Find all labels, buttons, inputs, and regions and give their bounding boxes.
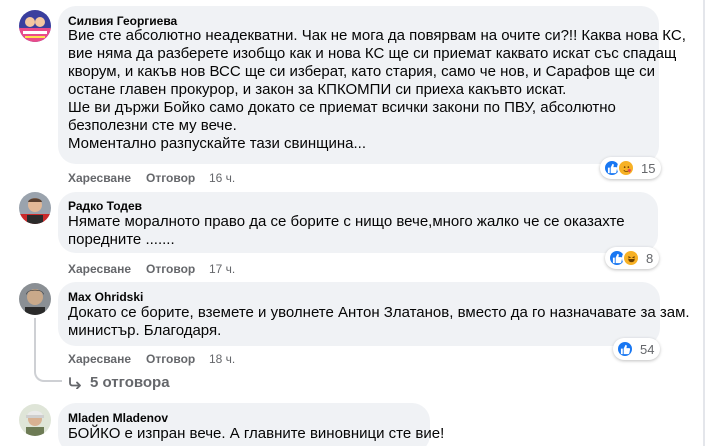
thread-connector [34,318,36,370]
timestamp[interactable]: 17 ч. [209,262,235,276]
avatar-image [19,283,51,315]
reply-button[interactable]: Отговор [146,352,195,366]
comment-line: Нямате моралното право да се борите с ни… [68,213,625,230]
comment-author[interactable]: Max Ohridski [68,290,143,304]
reply-button[interactable]: Отговор [146,171,195,185]
replies-count-label: 5 отговора [90,374,170,391]
reaction-summary[interactable]: 8 [605,247,660,269]
comment-line: поредните ....... [68,231,175,248]
reaction-count: 54 [640,341,655,357]
timestamp[interactable]: 16 ч. [209,171,235,185]
comment-line: безполезни сте му вече. [68,117,237,134]
like-button[interactable]: Харесване [68,262,131,276]
comment-line: Вие сте абсолютно неадекватни. Чак не мо… [68,27,686,44]
comment-line: кворум, и какъв нов ВСС ще си изберат, к… [68,63,656,80]
like-button[interactable]: Харесване [68,171,131,185]
avatar[interactable] [19,283,51,315]
comment-actions: Харесване Отговор 16 ч. [68,171,268,185]
reply-button[interactable]: Отговор [146,262,195,276]
comment-line: Моментално разпускайте тази свинщина... [68,135,366,152]
avatar-image [19,192,51,224]
avatar[interactable] [19,10,51,42]
comment-line: вие няма да разберете изобщо как и нова … [68,45,677,62]
comment-author[interactable]: Mladen Mladenov [68,411,168,425]
comment-line: БОЙКО е изпран вече. А главните виновниц… [68,425,445,442]
comment-author[interactable]: Радко Тодев [68,199,142,213]
reaction-summary[interactable]: 15 [600,157,662,179]
comment-line: министър. Благодаря. [68,322,222,339]
like-button[interactable]: Харесване [68,352,131,366]
reaction-count: 8 [646,250,654,266]
thread-connector-curve [34,368,62,382]
avatar-image [19,404,51,436]
like-icon [616,340,634,358]
comment-text: БОЙКО е изпран вече. А главните виновниц… [68,425,444,443]
care-icon [617,159,635,177]
avatar[interactable] [19,192,51,224]
avatar-image [19,10,51,42]
comment-actions: Харесване Отговор 17 ч. [68,262,268,276]
haha-icon [622,249,640,267]
reaction-count: 15 [641,160,656,176]
comment-text: Докато се борите, вземете и уволнете Ант… [68,304,690,340]
reply-arrow-icon [69,376,81,389]
comment-line: остане главен прокурор, и закон за КПКОМ… [68,81,567,98]
comment-line: Докато се борите, вземете и уволнете Ант… [68,304,690,321]
comment-actions: Харесване Отговор 18 ч. [68,352,268,366]
timestamp[interactable]: 18 ч. [209,352,235,366]
avatar[interactable] [19,404,51,436]
comment-line: Ше ви държи Бойко само докато се приемат… [68,99,616,116]
view-replies-link[interactable]: 5 отговора [68,374,170,391]
comment-text: Вие сте абсолютно неадекватни. Чак не мо… [68,27,686,153]
comment-author[interactable]: Силвия Георгиева [68,14,177,28]
comment-text: Нямате моралното право да се борите с ни… [68,213,625,249]
reaction-summary[interactable]: 54 [613,338,661,360]
